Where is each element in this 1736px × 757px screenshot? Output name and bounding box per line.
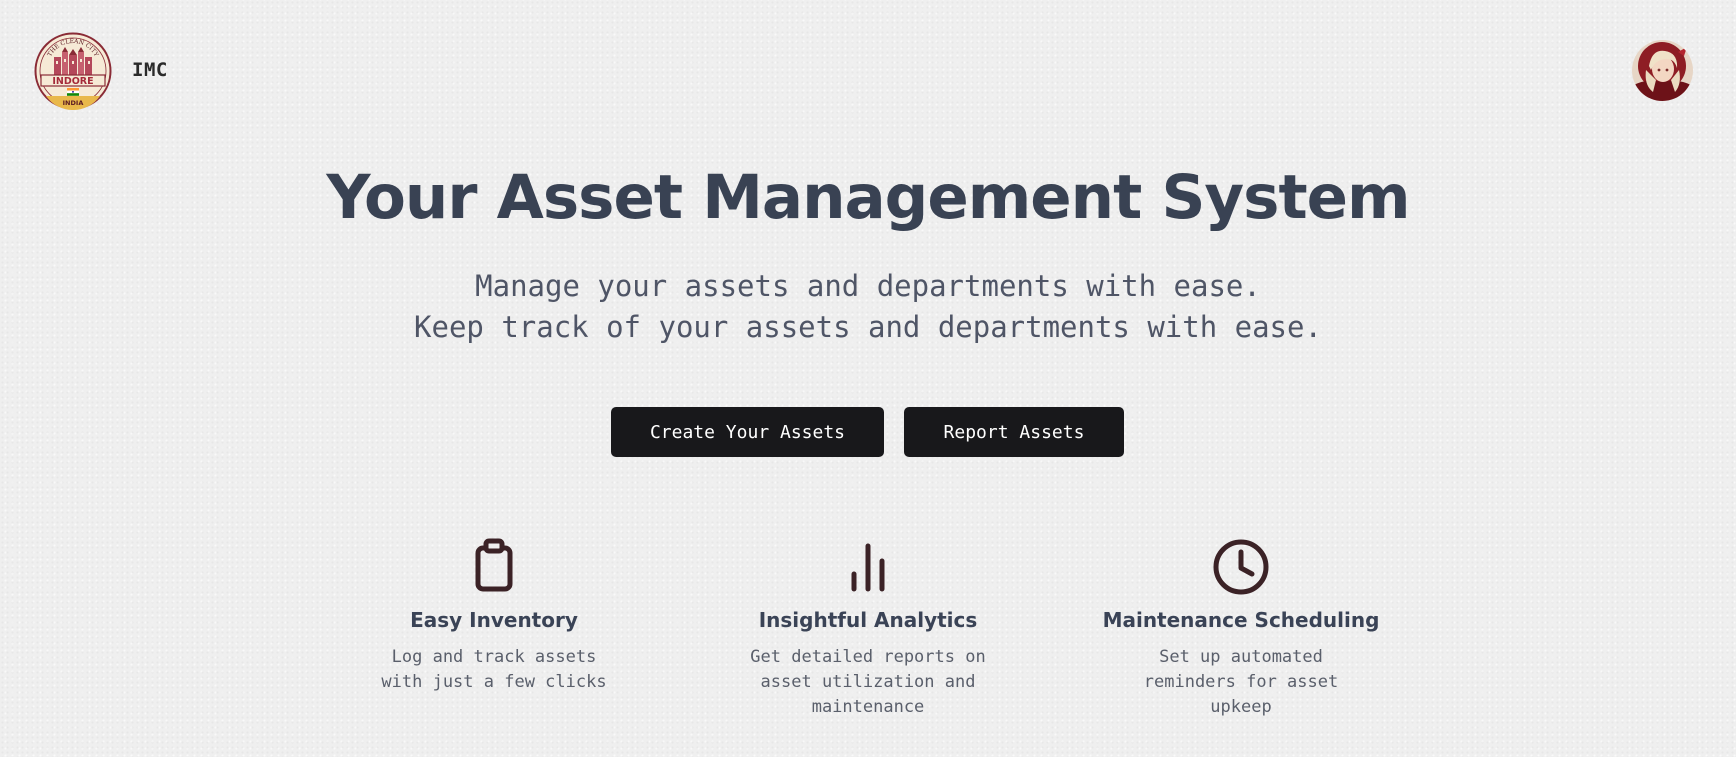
bar-chart-icon: [851, 543, 885, 592]
imc-logo[interactable]: THE CLEAN CITY INDORE INDIA: [34, 32, 112, 111]
feature-maintenance-scheduling: Maintenance Scheduling Set up automated …: [1076, 537, 1406, 720]
create-assets-button[interactable]: Create Your Assets: [611, 407, 884, 457]
subtitle-line-1: Manage your assets and departments with …: [475, 269, 1261, 303]
brand-name[interactable]: IMC: [132, 59, 168, 81]
user-avatar[interactable]: [1632, 40, 1693, 101]
site-header: THE CLEAN CITY INDORE INDIA IMC: [0, 0, 1736, 140]
subtitle-line-2: Keep track of your assets and department…: [414, 310, 1322, 344]
feature-insightful-analytics: Insightful Analytics Get detailed report…: [703, 537, 1033, 720]
clipboard-icon: [475, 538, 513, 592]
avatar-image-icon: [1632, 40, 1693, 101]
feature-easy-inventory: Easy Inventory Log and track assets with…: [329, 537, 659, 695]
clock-icon: [1213, 539, 1269, 595]
svg-text:INDORE: INDORE: [52, 76, 93, 87]
hero-subtitle: Manage your assets and departments with …: [0, 266, 1736, 348]
feature-description: Log and track assets with just a few cli…: [381, 647, 607, 692]
report-assets-button[interactable]: Report Assets: [904, 407, 1124, 457]
feature-title: Maintenance Scheduling: [1102, 608, 1380, 632]
feature-description: Get detailed reports on asset utilizatio…: [750, 647, 986, 717]
feature-description: Set up automated reminders for asset upk…: [1143, 647, 1339, 717]
feature-title: Insightful Analytics: [758, 608, 978, 632]
feature-title: Easy Inventory: [410, 608, 578, 632]
page-title: Your Asset Management System: [326, 162, 1410, 233]
indore-emblem-icon: THE CLEAN CITY INDORE INDIA: [34, 32, 112, 111]
svg-text:INDIA: INDIA: [63, 99, 84, 107]
